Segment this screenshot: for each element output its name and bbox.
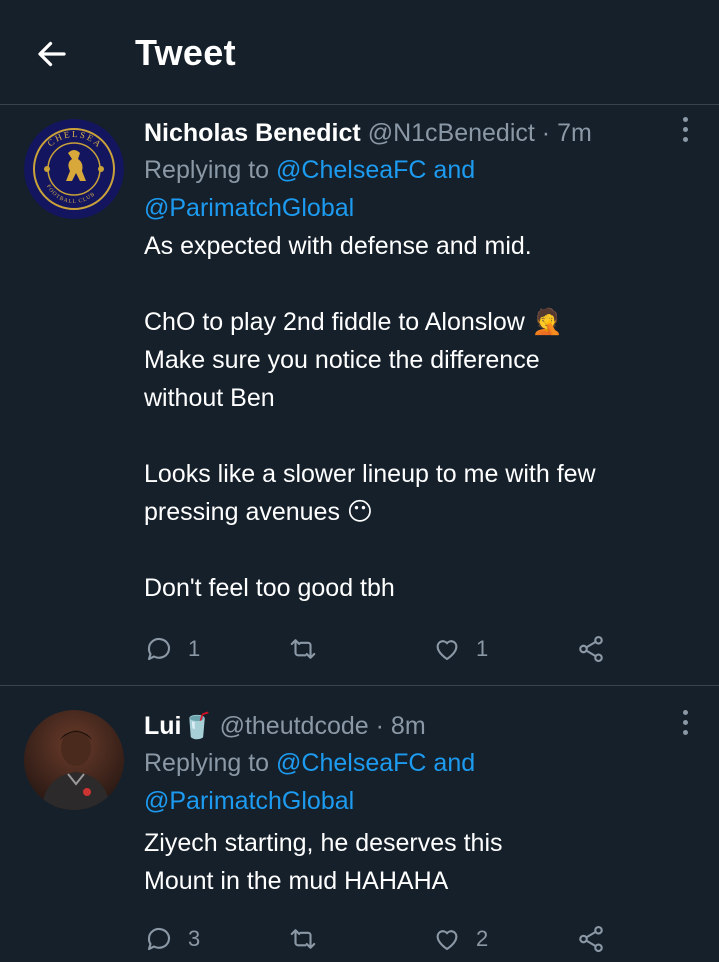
user-photo-icon [24, 710, 124, 810]
retweet-button[interactable] [288, 632, 332, 666]
reply-mention-link[interactable]: @ParimatchGlobal [144, 194, 354, 222]
more-vertical-icon[interactable] [681, 710, 689, 738]
tweet-text-line: Looks like a slower lineup to me with fe… [144, 460, 596, 488]
tweet-text-line: Ziyech starting, he deserves this [144, 829, 503, 857]
arrow-left-icon[interactable] [34, 36, 70, 72]
reply-mention-link[interactable]: @ChelseaFC [276, 156, 426, 184]
more-vertical-icon[interactable] [681, 117, 689, 145]
tweet-text-line: Mount in the mud HAHAHA [144, 867, 449, 895]
meta-separator: · [375, 712, 384, 740]
author-handle[interactable]: @theutdcode [220, 712, 369, 740]
like-count: 1 [476, 636, 489, 661]
reply-mention-link[interactable]: @ParimatchGlobal [144, 787, 354, 815]
tweet-meta: Lui🥤 @theutdcode · 8m [144, 708, 699, 744]
retweet-icon [290, 639, 316, 659]
share-icon [579, 925, 603, 953]
tweet-time[interactable]: 8m [391, 712, 426, 740]
replying-to: Replying to @ChelseaFC and @ParimatchGlo… [144, 744, 699, 820]
tweet-text-line: Don't feel too good tbh [144, 574, 395, 602]
share-button[interactable] [576, 632, 606, 666]
chelsea-crest-icon: CHELSEA FOOTBALL CLUB [24, 119, 124, 219]
avatar[interactable]: CHELSEA FOOTBALL CLUB [24, 119, 124, 219]
tweet-text-line: As expected with defense and mid. [144, 232, 532, 260]
reply-and-link[interactable]: and [433, 156, 475, 184]
tweet-actions: 1 1 [144, 632, 624, 666]
tweet-text: As expected with defense and mid. ChO to… [144, 227, 699, 607]
retweet-button[interactable] [288, 922, 332, 956]
top-bar: Tweet [0, 0, 719, 105]
like-count: 2 [476, 926, 489, 951]
like-button[interactable]: 2 [432, 922, 488, 956]
tweet-text-line: ChO to play 2nd fiddle to Alonslow 🤦 [144, 308, 563, 336]
reply-count: 3 [188, 926, 201, 951]
author-name[interactable]: Lui🥤 [144, 712, 213, 740]
tweet-text-line: Make sure you notice the difference [144, 346, 540, 374]
tweet-content: Nicholas Benedict @N1cBenedict · 7m Repl… [144, 115, 699, 607]
heart-icon [436, 640, 458, 661]
replying-to: Replying to @ChelseaFC and @ParimatchGlo… [144, 151, 699, 227]
heart-icon [436, 930, 458, 951]
reply-icon [147, 927, 171, 951]
tweet-meta: Nicholas Benedict @N1cBenedict · 7m [144, 115, 699, 151]
reply-count: 1 [188, 636, 201, 661]
replying-prefix: Replying to [144, 156, 270, 184]
tweet-time[interactable]: 7m [557, 119, 592, 147]
meta-separator: · [541, 119, 551, 147]
replying-prefix: Replying to [144, 749, 270, 777]
reply-button[interactable]: 3 [144, 922, 200, 956]
tweet-actions: 3 2 [144, 922, 624, 956]
share-button[interactable] [576, 922, 606, 956]
tweet-text: Ziyech starting, he deserves this Mount … [144, 824, 699, 900]
tweet-content: Lui🥤 @theutdcode · 8m Replying to @Chels… [144, 708, 699, 900]
avatar[interactable] [24, 710, 124, 810]
reply-icon [147, 637, 171, 661]
author-handle[interactable]: @N1cBenedict [368, 119, 535, 147]
tweet[interactable]: Lui🥤 @theutdcode · 8m Replying to @Chels… [0, 686, 719, 962]
tweet-text-line: pressing avenues 😶 [144, 498, 373, 526]
author-name[interactable]: Nicholas Benedict [144, 119, 361, 147]
retweet-icon [290, 929, 316, 949]
reply-mention-link[interactable]: @ChelseaFC [276, 749, 426, 777]
reply-button[interactable]: 1 [144, 632, 200, 666]
page-title: Tweet [135, 32, 236, 73]
tweet[interactable]: CHELSEA FOOTBALL CLUB Nicholas Benedict … [0, 105, 719, 686]
reply-and-link[interactable]: and [433, 749, 475, 777]
like-button[interactable]: 1 [432, 632, 488, 666]
share-icon [579, 635, 603, 663]
tweet-text-line: without Ben [144, 384, 275, 412]
